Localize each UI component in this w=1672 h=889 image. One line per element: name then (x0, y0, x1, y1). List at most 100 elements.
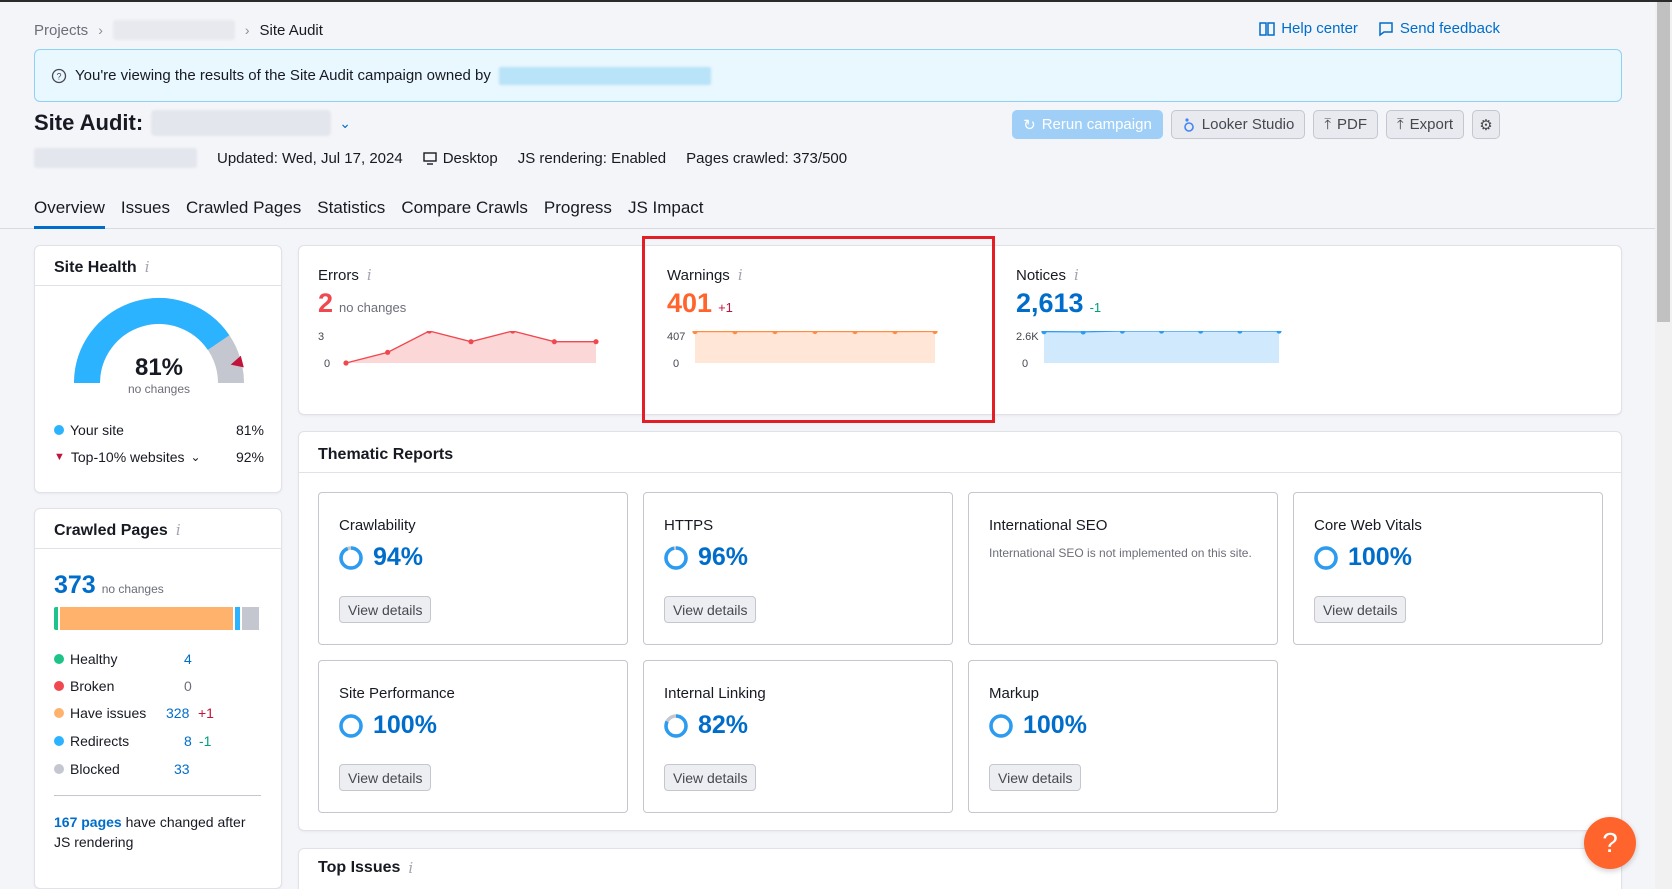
row-num[interactable]: 8 (184, 733, 192, 749)
help-center-link[interactable]: Help center (1259, 20, 1358, 37)
report-score[interactable]: 100% (989, 711, 1087, 740)
looker-studio-button[interactable]: Looker Studio (1170, 110, 1306, 139)
rerun-label: Rerun campaign (1041, 116, 1152, 133)
crawled-row-blocked[interactable]: Blocked 33 (54, 761, 254, 777)
top-issues-title: Top Issues (318, 859, 401, 876)
pages-crawled: Pages crawled: 373/500 (686, 149, 848, 167)
row-num[interactable]: 4 (184, 651, 192, 667)
info-icon[interactable]: i (176, 521, 181, 539)
title-row: Site Audit: ⌄ (34, 110, 351, 136)
bar-segment (241, 607, 261, 630)
crawled-row-broken[interactable]: Broken 0 (54, 678, 254, 694)
info-icon[interactable]: i (738, 266, 743, 284)
breadcrumb-projects[interactable]: Projects (34, 22, 88, 39)
view-details-button[interactable]: View details (339, 596, 432, 623)
report-score[interactable]: 96% (664, 543, 748, 572)
notices-value[interactable]: 2,613 (1016, 288, 1084, 319)
legend-top10[interactable]: ▼ Top-10% websites ⌄ 92% (54, 449, 264, 465)
breadcrumb-project-blurred[interactable] (112, 20, 235, 40)
report-score[interactable]: 100% (1314, 543, 1412, 572)
send-feedback-link[interactable]: Send feedback (1378, 20, 1500, 37)
view-details-button[interactable]: View details (1314, 596, 1407, 623)
crawled-row-healthy[interactable]: Healthy 4 (54, 651, 254, 667)
view-details-button[interactable]: View details (989, 764, 1082, 791)
errors-value[interactable]: 2 (318, 288, 333, 319)
send-feedback-label: Send feedback (1399, 20, 1500, 37)
project-selector-blurred[interactable] (151, 110, 332, 136)
chevron-down-icon[interactable]: ⌄ (191, 450, 201, 464)
info-icon[interactable]: i (408, 859, 413, 877)
errors-value-row: 2 no changes (318, 288, 406, 319)
page-header: Projects › › Site Audit Help center Send… (0, 2, 1655, 229)
crawled-row-have-issues[interactable]: Have issues 328 +1 (54, 705, 254, 721)
ring-fill (1314, 545, 1338, 570)
warnings-value[interactable]: 401 (667, 288, 712, 319)
pdf-button[interactable]: ⤒ PDF (1313, 110, 1378, 139)
row-num[interactable]: 33 (174, 761, 190, 777)
settings-button[interactable]: ⚙ (1472, 110, 1500, 139)
chevron-down-icon[interactable]: ⌄ (339, 115, 351, 132)
vertical-scrollbar[interactable] (1655, 2, 1672, 889)
row-label: Broken (70, 678, 115, 694)
top-issues-header: Top Issues i (318, 859, 413, 877)
report-name: Site Performance (339, 685, 455, 702)
device-info: Desktop (422, 149, 498, 167)
crawled-total-value[interactable]: 373 (54, 571, 96, 600)
chat-bubble-icon (1379, 21, 1393, 36)
refresh-icon: ↻ (1023, 116, 1036, 134)
row-label: Healthy (70, 651, 118, 667)
report-name: Crawlability (339, 517, 416, 534)
tab-crawled-pages[interactable]: Crawled Pages (186, 198, 301, 229)
y-min-label: 0 (673, 358, 679, 370)
tab-overview[interactable]: Overview (34, 198, 105, 229)
ring-fill (989, 713, 1013, 738)
tab-issues[interactable]: Issues (121, 198, 170, 229)
report-score[interactable]: 100% (339, 711, 437, 740)
info-icon[interactable]: i (367, 266, 372, 284)
ring-fill (339, 713, 363, 738)
score-ring-icon (339, 545, 363, 570)
notices-sparkline: 2.6K 0 (1016, 331, 1282, 370)
tab-js-impact[interactable]: JS Impact (628, 198, 704, 229)
errors-label: Errors (318, 266, 359, 284)
view-details-button[interactable]: View details (664, 764, 757, 791)
chevron-right-icon: › (244, 22, 250, 38)
site-health-value: 81% (134, 354, 184, 381)
tab-statistics[interactable]: Statistics (317, 198, 385, 229)
info-icon[interactable]: i (145, 258, 150, 276)
view-details-button[interactable]: View details (339, 764, 432, 791)
divider (54, 795, 261, 796)
crawled-row-redirects[interactable]: Redirects 8 -1 (54, 733, 254, 749)
row-num[interactable]: 328 (166, 705, 189, 721)
ring-fill (339, 545, 363, 570)
status-dot (54, 764, 64, 774)
report-score[interactable]: 82% (664, 711, 748, 740)
series-area (1044, 331, 1279, 363)
status-dot (54, 681, 64, 691)
crawled-pages-title: Crawled Pages (54, 522, 168, 539)
report-international-seo: International SEO International SEO is n… (968, 492, 1278, 645)
report-description: International SEO is not implemented on … (989, 546, 1252, 560)
crawled-distribution-bar (54, 607, 261, 630)
y-max-label: 2.6K (1016, 331, 1039, 343)
score-ring-icon (339, 713, 363, 738)
crawled-total-sub: no changes (101, 582, 164, 596)
y-min-label: 0 (324, 358, 330, 370)
report-score[interactable]: 94% (339, 543, 423, 572)
warnings-sparkline: 407 0 (667, 331, 938, 370)
device-label: Desktop (442, 149, 498, 167)
site-health-header: Site Health i (35, 246, 281, 286)
info-icon[interactable]: i (1074, 266, 1079, 284)
view-details-button[interactable]: View details (664, 596, 757, 623)
tab-compare-crawls[interactable]: Compare Crawls (401, 198, 528, 229)
scrollbar-thumb[interactable] (1657, 2, 1670, 322)
info-banner: ? You're viewing the results of the Site… (34, 49, 1622, 102)
export-label: Export (1409, 116, 1453, 133)
export-icon: ⤒ (1397, 116, 1404, 133)
help-fab-button[interactable]: ? (1584, 817, 1636, 869)
export-button[interactable]: ⤒ Export (1386, 110, 1464, 139)
changed-pages-link[interactable]: 167 pages (54, 814, 122, 830)
rerun-campaign-button[interactable]: ↻ Rerun campaign (1012, 110, 1163, 139)
status-dot (54, 736, 64, 746)
tab-progress[interactable]: Progress (544, 198, 612, 229)
